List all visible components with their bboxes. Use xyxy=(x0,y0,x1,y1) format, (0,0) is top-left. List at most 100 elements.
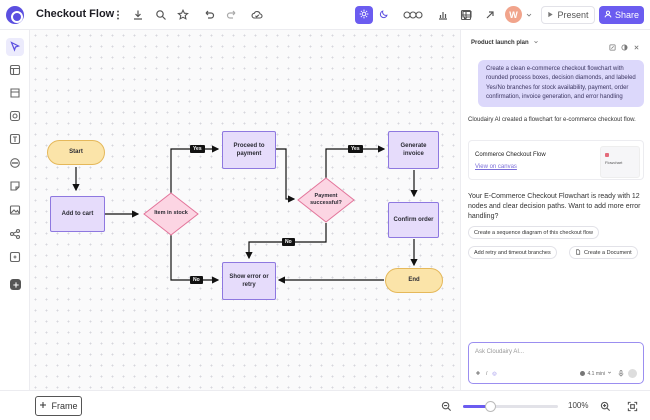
diagram-canvas[interactable]: Start Add to cart Item in stock Proceed … xyxy=(30,30,460,390)
mention-icon[interactable]: ◎ xyxy=(492,371,496,377)
frame-label: Frame xyxy=(51,401,78,411)
undo-icon[interactable] xyxy=(203,9,215,21)
bottom-bar: Frame 100% xyxy=(0,390,650,420)
connector-tool-icon[interactable] xyxy=(8,227,22,241)
app-logo[interactable] xyxy=(6,6,24,24)
section-tool-icon[interactable] xyxy=(8,86,22,100)
chart-icon[interactable] xyxy=(437,9,449,21)
user-message: Create a clean e-commerce checkout flowc… xyxy=(478,60,644,108)
play-icon xyxy=(547,10,554,20)
ai-prompt-input[interactable]: Ask Cloudairy AI... / ◎ 4.1 mini xyxy=(468,342,644,384)
project-selector[interactable]: Product launch plan xyxy=(471,39,539,47)
microphone-icon[interactable] xyxy=(618,370,624,379)
node-start[interactable]: Start xyxy=(47,140,105,165)
left-toolbar xyxy=(0,30,30,390)
card-title: Commerce Checkout Flow xyxy=(475,152,546,158)
embed-tool-icon[interactable] xyxy=(8,250,22,264)
sun-icon xyxy=(359,6,369,24)
node-add-to-cart[interactable]: Add to cart xyxy=(50,196,105,232)
card-thumbnail: Flowchart xyxy=(600,146,640,178)
cloud-icon[interactable] xyxy=(251,9,263,21)
top-bar: Checkout Flow W Present Share xyxy=(0,0,650,30)
ai-followup-message: Your E-Commerce Checkout Flowchart is re… xyxy=(468,193,641,221)
thumbnail-label: Flowchart xyxy=(605,160,623,165)
share-user-icon xyxy=(604,10,612,20)
share-label: Share xyxy=(614,10,640,20)
search-icon[interactable] xyxy=(155,9,167,21)
chevron-down-icon[interactable] xyxy=(525,9,533,21)
document-icon xyxy=(575,248,581,257)
zoom-level: 100% xyxy=(568,401,589,410)
light-mode-button[interactable] xyxy=(355,6,373,24)
suggestion-chip[interactable]: Create a sequence diagram of this checko… xyxy=(468,226,599,239)
edge-label-no: No xyxy=(282,238,295,246)
share-button[interactable]: Share xyxy=(599,6,644,24)
node-show-error[interactable]: Show error or retry xyxy=(222,262,276,300)
suggestion-chip[interactable]: Add retry and timeout branches xyxy=(468,246,557,259)
input-toolbar: / ◎ 4.1 mini xyxy=(475,369,637,379)
chevron-down-icon xyxy=(533,39,539,47)
add-attachment-icon[interactable] xyxy=(475,370,481,378)
collaborators-icon[interactable] xyxy=(402,9,424,21)
edge-stock-error xyxy=(170,235,220,284)
result-card[interactable]: Commerce Checkout Flow View on canvas Fl… xyxy=(468,140,644,180)
zoom-slider-handle[interactable] xyxy=(484,401,496,412)
thumbnail-badge xyxy=(605,153,609,157)
avatar[interactable]: W xyxy=(505,6,522,23)
ai-assistant-panel: Product launch plan Create a clean e-com… xyxy=(460,30,650,390)
zoom-in-icon[interactable] xyxy=(600,401,611,412)
edge-proceed-payment xyxy=(276,148,296,203)
comment-icon[interactable] xyxy=(461,9,473,21)
present-label: Present xyxy=(557,10,589,20)
fit-screen-icon[interactable] xyxy=(627,401,638,412)
zoom-out-icon[interactable] xyxy=(441,401,452,412)
text-tool-icon[interactable] xyxy=(8,132,22,146)
input-placeholder: Ask Cloudairy AI... xyxy=(475,349,525,355)
download-icon[interactable] xyxy=(132,9,144,21)
dark-mode-button[interactable] xyxy=(375,6,393,24)
present-button[interactable]: Present xyxy=(541,6,595,24)
node-generate-invoice[interactable]: Generate invoice xyxy=(388,131,439,169)
ai-message: Cloudairy AI created a flowchart for e-c… xyxy=(468,117,636,123)
more-icon[interactable] xyxy=(112,9,124,21)
model-icon xyxy=(580,371,586,376)
create-document-chip[interactable]: Create a Document xyxy=(569,246,638,259)
node-proceed-to-payment[interactable]: Proceed to payment xyxy=(222,131,276,169)
edge-label-yes: Yes xyxy=(348,145,363,153)
star-icon[interactable] xyxy=(177,9,189,21)
node-confirm-order[interactable]: Confirm order xyxy=(388,202,439,238)
create-document-label: Create a Document xyxy=(584,249,632,256)
panel-actions xyxy=(609,38,640,51)
frame-tool-icon[interactable] xyxy=(8,63,22,77)
edge-label-yes: Yes xyxy=(190,145,205,153)
model-label: 4.1 mini xyxy=(587,370,605,377)
edge-stock-proceed xyxy=(170,145,220,194)
chevron-down-icon xyxy=(607,370,612,377)
app-window: Checkout Flow W Present Share Start Add … xyxy=(0,0,650,420)
select-tool-icon[interactable] xyxy=(6,38,24,56)
redo-icon[interactable] xyxy=(226,9,238,21)
node-end[interactable]: End xyxy=(385,268,443,293)
project-name: Product launch plan xyxy=(471,40,529,46)
arrow-icon[interactable] xyxy=(484,9,496,21)
moon-icon xyxy=(379,6,389,24)
model-selector[interactable]: 4.1 mini xyxy=(580,370,612,377)
toggle-icon[interactable] xyxy=(621,38,628,51)
plus-icon xyxy=(39,401,47,411)
view-on-canvas-link[interactable]: View on canvas xyxy=(475,164,517,170)
image-tool-icon[interactable] xyxy=(8,203,22,217)
comment-tool-icon[interactable] xyxy=(8,156,22,170)
node-payment-successful[interactable]: Payment successful? xyxy=(304,191,348,209)
add-frame-button[interactable]: Frame xyxy=(35,396,82,416)
sticky-note-icon[interactable] xyxy=(8,179,22,193)
close-icon[interactable] xyxy=(633,38,640,50)
send-button[interactable] xyxy=(628,369,637,378)
shape-tool-icon[interactable] xyxy=(8,109,22,123)
zoom-slider[interactable] xyxy=(463,401,558,412)
edge-payment-invoice xyxy=(325,145,386,179)
document-title[interactable]: Checkout Flow xyxy=(36,8,114,20)
add-icon[interactable] xyxy=(10,279,21,290)
edit-icon[interactable] xyxy=(609,38,616,51)
node-item-in-stock[interactable]: Item in stock xyxy=(144,208,198,220)
slash-command-icon[interactable]: / xyxy=(486,371,487,377)
